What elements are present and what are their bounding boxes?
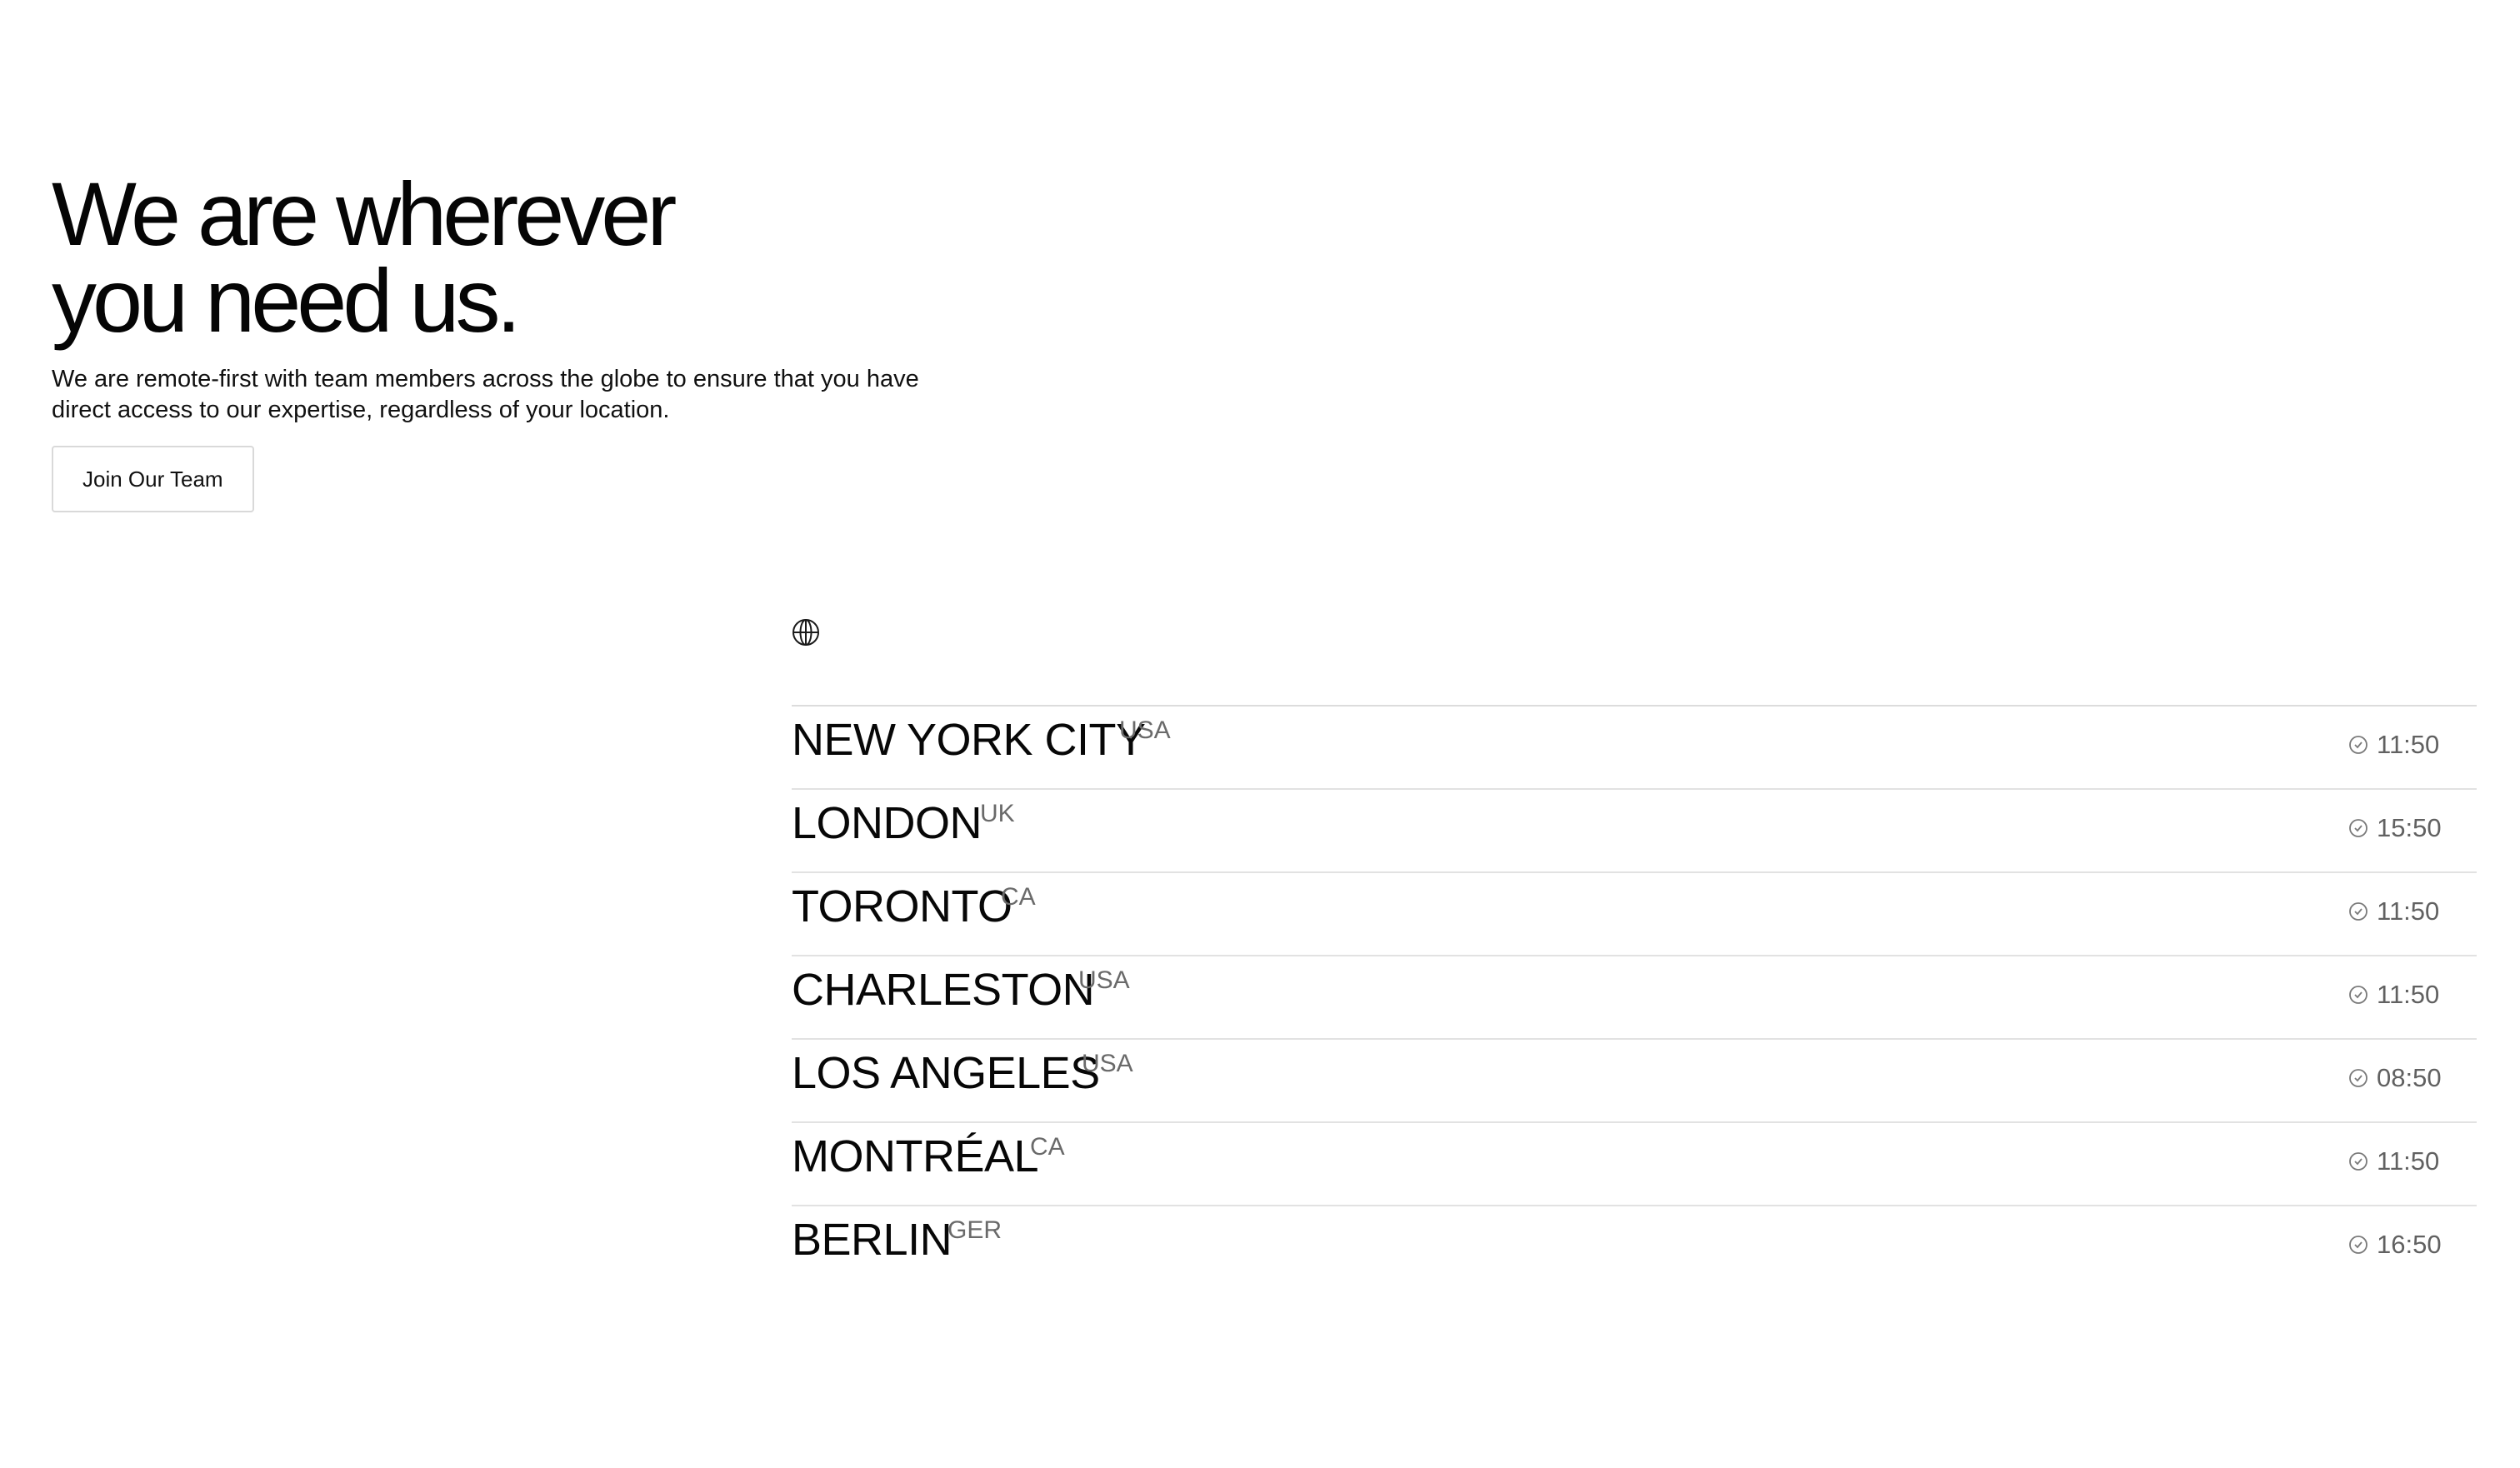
clock-icon (2349, 736, 2368, 754)
city-time: 16:50 (2348, 1230, 2442, 1260)
city-time-value: 15:50 (2377, 813, 2442, 842)
city-row: LOS ANGELES USA 08:50 (792, 1038, 2477, 1121)
city-name: NEW YORK CITY (792, 715, 1146, 765)
page-title-line-1: We are wherever (52, 163, 677, 264)
locations-section: NEW YORK CITY USA 11:50 LONDON UK 15:50 … (792, 618, 2477, 1288)
hero-section: We are wherever you need us. We are remo… (52, 163, 1052, 512)
city-time: 08:50 (2348, 1063, 2442, 1093)
city-country: USA (1078, 966, 1130, 994)
city-row: CHARLESTON USA 11:50 (792, 955, 2477, 1038)
city-time: 11:50 (2348, 730, 2439, 760)
city-country: GER (948, 1216, 1002, 1244)
city-name: CHARLESTON (792, 965, 1095, 1015)
city-name: MONTRÉAL (792, 1131, 1039, 1181)
city-time: 11:50 (2348, 980, 2439, 1010)
city-name: LOS ANGELES (792, 1048, 1100, 1098)
city-country: USA (1119, 717, 1171, 744)
join-our-team-button[interactable]: Join Our Team (52, 446, 254, 512)
city-time: 15:50 (2348, 813, 2442, 843)
city-time-value: 11:50 (2377, 980, 2440, 1009)
city-row: BERLIN GER 16:50 (792, 1205, 2477, 1288)
city-country: USA (1082, 1050, 1133, 1077)
city-name: LONDON (792, 798, 982, 848)
city-list: NEW YORK CITY USA 11:50 LONDON UK 15:50 … (792, 705, 2477, 1288)
city-country: CA (1030, 1133, 1065, 1161)
page-title: We are wherever you need us. (52, 163, 1052, 351)
city-time-value: 11:50 (2377, 730, 2440, 759)
hero-description: We are remote-first with team members ac… (52, 366, 919, 423)
clock-icon (2349, 902, 2368, 921)
city-time-value: 11:50 (2377, 896, 2440, 926)
city-row: TORONTO CA 11:50 (792, 871, 2477, 955)
city-time-value: 16:50 (2377, 1230, 2442, 1259)
city-time-value: 08:50 (2377, 1063, 2442, 1092)
clock-icon (2349, 1152, 2368, 1171)
clock-icon (2349, 986, 2368, 1004)
city-row: MONTRÉAL CA 11:50 (792, 1121, 2477, 1205)
city-row: NEW YORK CITY USA 11:50 (792, 705, 2477, 788)
city-name: TORONTO (792, 881, 1012, 931)
page-title-line-2: you need us. (52, 250, 521, 351)
city-country: CA (1001, 883, 1036, 911)
city-row: LONDON UK 15:50 (792, 788, 2477, 871)
city-time-value: 11:50 (2377, 1146, 2440, 1176)
city-time: 11:50 (2348, 896, 2439, 926)
clock-icon (2349, 1236, 2368, 1254)
clock-icon (2349, 1069, 2368, 1087)
city-country: UK (980, 800, 1015, 827)
city-time: 11:50 (2348, 1146, 2439, 1176)
clock-icon (2349, 819, 2368, 837)
city-name: BERLIN (792, 1215, 952, 1265)
globe-icon (792, 619, 819, 646)
